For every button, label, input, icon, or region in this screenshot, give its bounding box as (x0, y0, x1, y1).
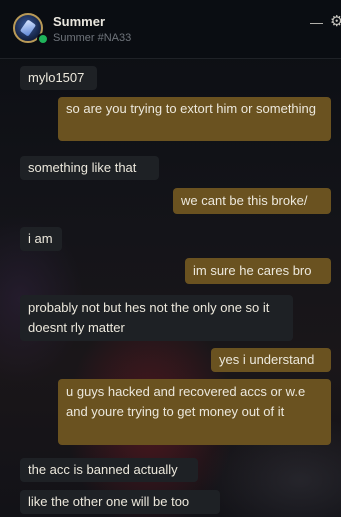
message-bubble-incoming: i am (20, 227, 62, 251)
message-bubble-outgoing: u guys hacked and recovered accs or w.e … (58, 379, 331, 445)
message-text: something like that (28, 160, 137, 175)
message-bubble-outgoing: im sure he cares bro (185, 258, 331, 284)
message-bubble-incoming: probably not but hes not the only one so… (20, 295, 293, 341)
message-text: we cant be this broke/ (181, 193, 308, 208)
message-text: u guys hacked and recovered accs or w.e … (66, 384, 306, 419)
message-text: like the other one will be too (28, 494, 190, 509)
message-bubble-outgoing: so are you trying to extort him or somet… (58, 97, 331, 141)
minimize-icon[interactable]: — (310, 16, 323, 30)
contact-riot-id: Summer #NA33 (53, 32, 132, 44)
message-bubble-outgoing: we cant be this broke/ (173, 188, 331, 214)
message-text: i am (28, 231, 53, 246)
gear-icon[interactable]: ⚙ (330, 14, 341, 30)
gem-icon (19, 19, 37, 37)
message-bubble-incoming: like the other one will be too (20, 490, 220, 514)
message-text: so are you trying to extort him or somet… (66, 101, 317, 116)
message-bubble-outgoing: yes i understand (211, 348, 331, 372)
online-status-icon (37, 33, 49, 45)
message-text: probably not but hes not the only one so… (28, 300, 270, 335)
message-text: mylo1507 (28, 70, 85, 85)
chat-header: Summer Summer #NA33 — ⚙ (0, 0, 341, 59)
message-bubble-incoming: mylo1507 (20, 66, 97, 90)
message-text: im sure he cares bro (193, 263, 312, 278)
message-text: the acc is banned actually (28, 462, 178, 477)
message-text: yes i understand (219, 352, 315, 367)
contact-name[interactable]: Summer (53, 14, 105, 29)
message-bubble-incoming: something like that (20, 156, 159, 180)
message-bubble-incoming: the acc is banned actually (20, 458, 198, 482)
